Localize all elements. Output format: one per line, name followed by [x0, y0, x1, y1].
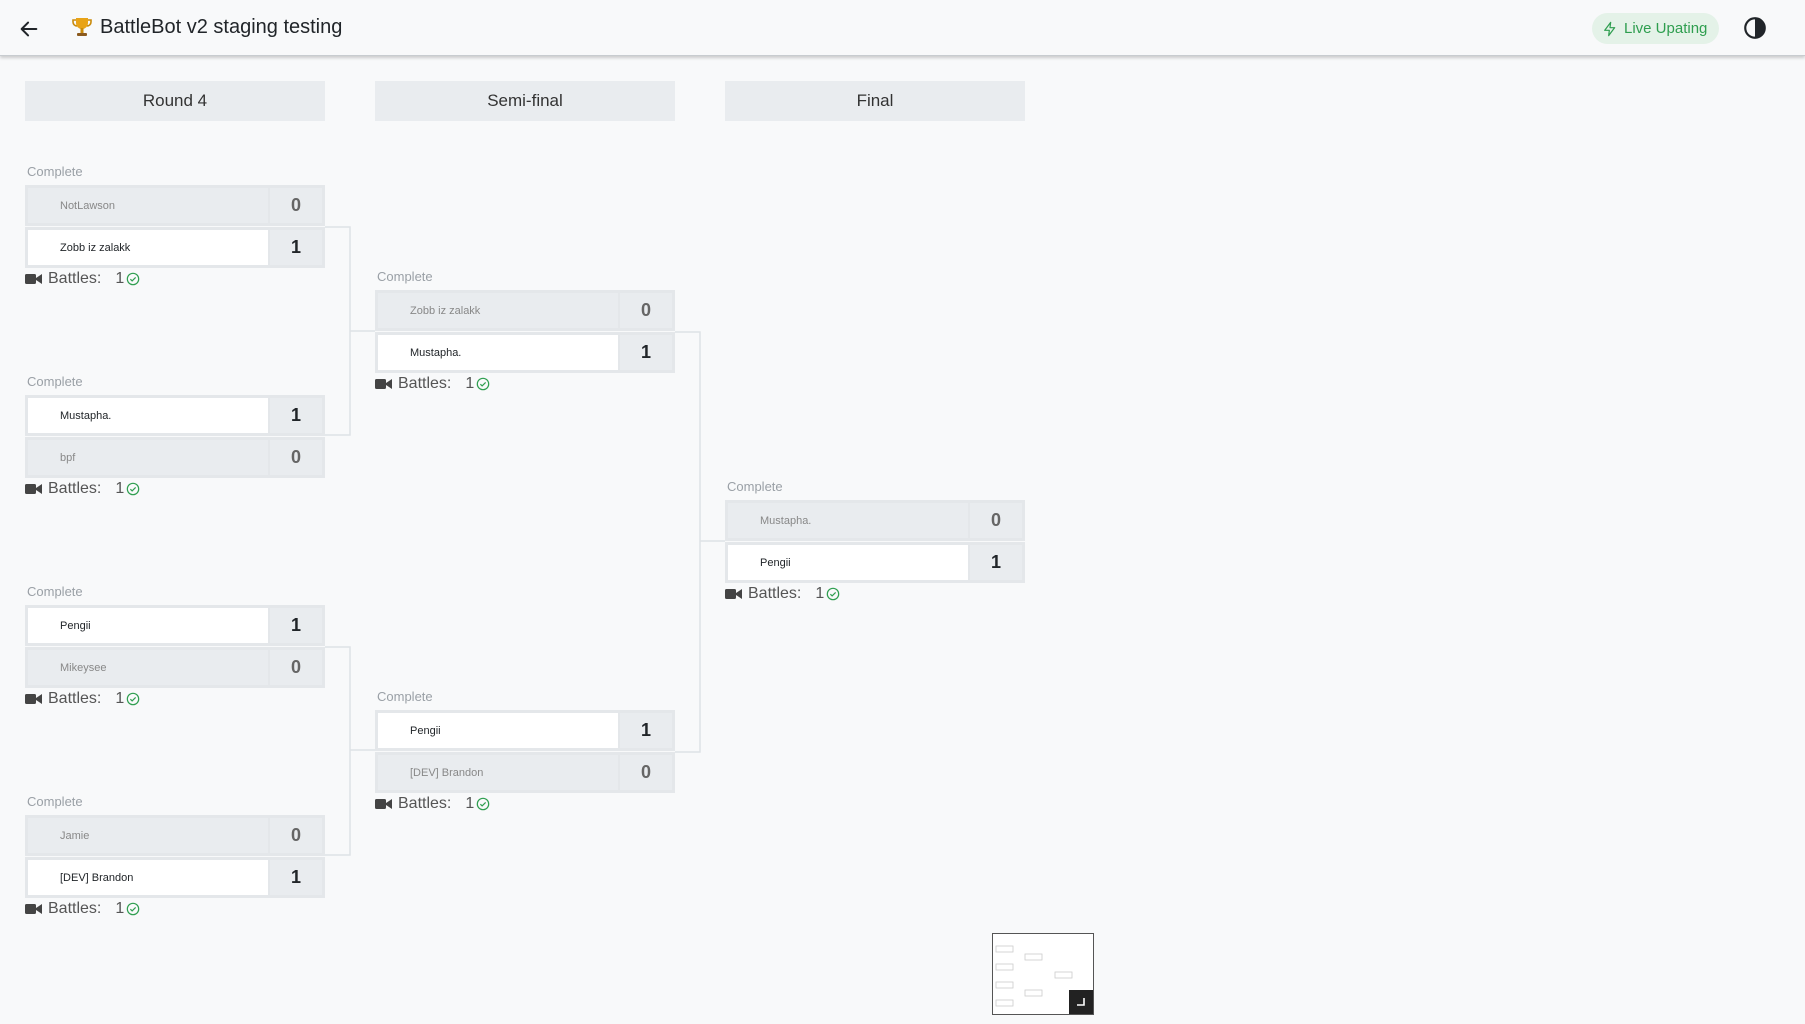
team-slot[interactable]: bpf 0: [25, 437, 325, 478]
battles-info[interactable]: Battles: 1: [25, 480, 140, 498]
resize-corner-icon: [1077, 998, 1085, 1006]
team-score: 0: [618, 755, 672, 790]
team-name: Mustapha.: [760, 514, 812, 527]
arrow-left-icon: [20, 21, 38, 37]
team-name: Pengii: [760, 556, 791, 569]
team-name: Jamie: [60, 829, 90, 842]
check-circle-icon: [476, 377, 490, 391]
battles-info[interactable]: Battles: 1: [25, 270, 140, 288]
team-name: Pengii: [60, 619, 91, 632]
team-slot[interactable]: NotLawson 0: [25, 185, 325, 226]
battles-count: 1: [115, 480, 125, 497]
team-score: 1: [618, 713, 672, 748]
video-camera-icon: [25, 694, 42, 704]
match-status: Complete: [377, 269, 433, 284]
battles-info[interactable]: Battles: 1: [25, 900, 140, 918]
team-name: Mikeysee: [60, 661, 107, 674]
live-updating-label: Live Upating: [1624, 20, 1708, 37]
theme-toggle-button[interactable]: [1742, 15, 1768, 41]
video-camera-icon: [375, 799, 392, 809]
team-name: NotLawson: [60, 199, 116, 212]
battles-count: 1: [115, 900, 125, 917]
match-status: Complete: [27, 794, 83, 809]
team-score: 0: [618, 293, 672, 328]
trophy-icon: [70, 15, 94, 39]
battles-label: Battles:: [748, 585, 802, 602]
team-slot[interactable]: Zobb iz zalakk 0: [375, 290, 675, 331]
check-circle-icon: [126, 692, 140, 706]
team-name: Pengii: [410, 724, 441, 737]
team-name: [DEV] Brandon: [410, 766, 484, 779]
match-status: Complete: [27, 164, 83, 179]
battles-count: 1: [815, 585, 825, 602]
team-slot[interactable]: Mustapha. 0: [725, 500, 1025, 541]
team-name: Mustapha.: [410, 346, 462, 359]
video-camera-icon: [25, 274, 42, 284]
battles-label: Battles:: [48, 270, 102, 287]
team-name: [DEV] Brandon: [60, 871, 134, 884]
video-camera-icon: [725, 589, 742, 599]
check-circle-icon: [126, 482, 140, 496]
bracket-minimap[interactable]: [992, 933, 1094, 1015]
team-score: 1: [968, 545, 1022, 580]
contrast-icon: [1744, 17, 1766, 39]
battles-info[interactable]: Battles: 1: [375, 795, 490, 813]
back-button[interactable]: [16, 16, 42, 42]
team-slot-winner[interactable]: Mustapha. 1: [375, 332, 675, 373]
video-camera-icon: [25, 904, 42, 914]
team-score: 1: [618, 335, 672, 370]
battles-label: Battles:: [398, 375, 452, 392]
battles-label: Battles:: [398, 795, 452, 812]
check-circle-icon: [826, 587, 840, 601]
team-score: 0: [268, 818, 322, 853]
match-status: Complete: [27, 374, 83, 389]
team-name: Mustapha.: [60, 409, 112, 422]
battles-count: 1: [115, 690, 125, 707]
team-score: 0: [968, 503, 1022, 538]
team-score: 0: [268, 440, 322, 475]
team-slot[interactable]: [DEV] Brandon 0: [375, 752, 675, 793]
team-slot[interactable]: Jamie 0: [25, 815, 325, 856]
match-status: Complete: [727, 479, 783, 494]
battles-info[interactable]: Battles: 1: [725, 585, 840, 603]
team-score: 1: [268, 230, 322, 265]
video-camera-icon: [25, 484, 42, 494]
live-updating-badge[interactable]: Live Upating: [1592, 13, 1720, 44]
battles-label: Battles:: [48, 690, 102, 707]
page-title: BattleBot v2 staging testing: [100, 15, 343, 38]
check-circle-icon: [126, 272, 140, 286]
battles-label: Battles:: [48, 480, 102, 497]
team-name: Zobb iz zalakk: [410, 304, 481, 317]
lightning-icon: [1604, 21, 1616, 36]
team-slot-winner[interactable]: Mustapha. 1: [25, 395, 325, 436]
match-status: Complete: [377, 689, 433, 704]
team-score: 1: [268, 608, 322, 643]
team-slot-winner[interactable]: Pengii 1: [725, 542, 1025, 583]
team-name: bpf: [60, 451, 76, 464]
team-score: 0: [268, 650, 322, 685]
team-slot-winner[interactable]: [DEV] Brandon 1: [25, 857, 325, 898]
resize-handle[interactable]: [1069, 990, 1093, 1014]
team-slot-winner[interactable]: Zobb iz zalakk 1: [25, 227, 325, 268]
battles-info[interactable]: Battles: 1: [25, 690, 140, 708]
check-circle-icon: [126, 902, 140, 916]
video-camera-icon: [375, 379, 392, 389]
team-score: 1: [268, 398, 322, 433]
title-wrap: BattleBot v2 staging testing: [70, 15, 342, 39]
battles-label: Battles:: [48, 900, 102, 917]
battles-count: 1: [465, 795, 475, 812]
battles-count: 1: [115, 270, 125, 287]
team-name: Zobb iz zalakk: [60, 241, 131, 254]
battles-info[interactable]: Battles: 1: [375, 375, 490, 393]
team-score: 1: [268, 860, 322, 895]
check-circle-icon: [476, 797, 490, 811]
team-slot-winner[interactable]: Pengii 1: [25, 605, 325, 646]
match-status: Complete: [27, 584, 83, 599]
app-header: BattleBot v2 staging testing Live Upatin…: [0, 0, 1805, 56]
team-slot[interactable]: Mikeysee 0: [25, 647, 325, 688]
battles-count: 1: [465, 375, 475, 392]
team-slot-winner[interactable]: Pengii 1: [375, 710, 675, 751]
team-score: 0: [268, 188, 322, 223]
